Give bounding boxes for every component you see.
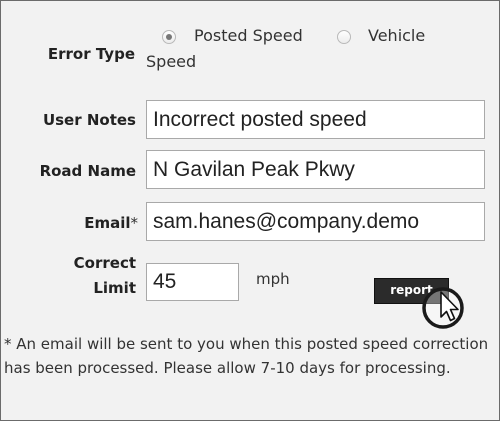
- user-notes-input[interactable]: [146, 100, 485, 139]
- vehicle-speed-option-label-wrap: Speed: [146, 52, 197, 71]
- vehicle-speed-radio[interactable]: [337, 30, 351, 44]
- posted-speed-radio[interactable]: [162, 30, 176, 44]
- speed-correction-form: Error Type Posted Speed Vehicle Speed Us…: [0, 0, 500, 421]
- email-label: Email*: [11, 214, 138, 232]
- required-marker: *: [130, 214, 139, 232]
- report-button[interactable]: report: [374, 278, 449, 304]
- road-name-input[interactable]: [146, 150, 485, 189]
- road-name-label: Road Name: [39, 162, 136, 180]
- speed-unit-label: mph: [256, 270, 290, 288]
- error-type-label: Error Type: [47, 45, 135, 63]
- email-input[interactable]: [146, 202, 485, 241]
- correct-limit-label-line2: Limit: [93, 279, 136, 297]
- user-notes-label: User Notes: [42, 111, 136, 129]
- posted-speed-option-label: Posted Speed: [194, 26, 303, 45]
- correct-limit-label-line1: Correct: [73, 254, 136, 272]
- vehicle-speed-option-label: Vehicle: [368, 26, 426, 45]
- email-label-text: Email: [84, 214, 131, 232]
- processing-note: * An email will be sent to you when this…: [4, 335, 489, 377]
- correct-limit-input[interactable]: [146, 263, 239, 301]
